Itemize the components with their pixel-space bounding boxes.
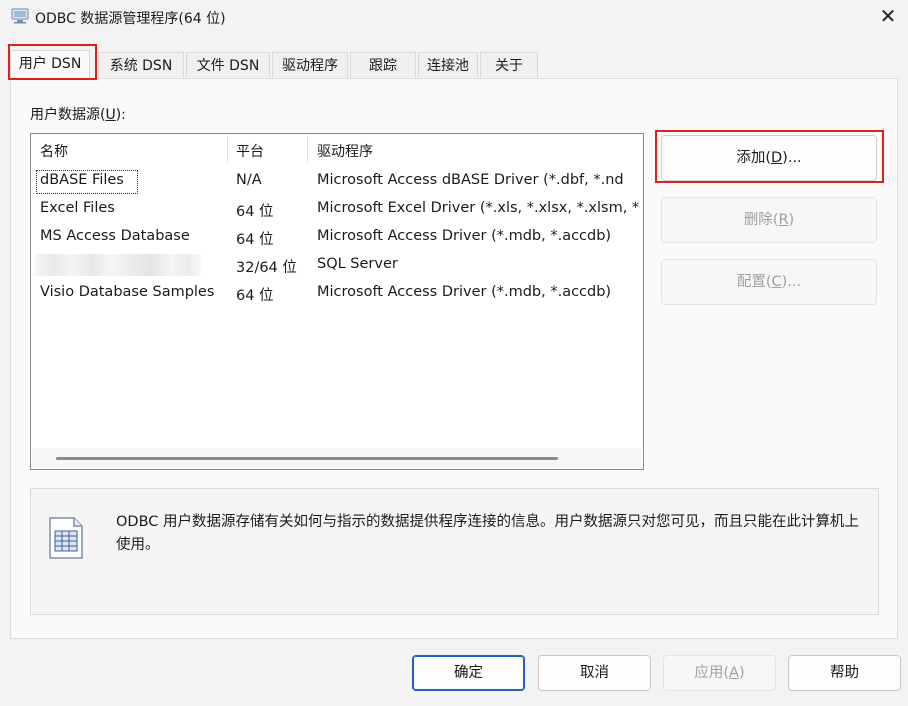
data-source-icon	[49, 517, 83, 559]
configure-button[interactable]: 配置(C)...	[661, 259, 877, 305]
row-driver: Microsoft Access Driver (*.mdb, *.accdb)	[317, 284, 612, 300]
scrollbar-thumb[interactable]	[56, 457, 558, 460]
cancel-button[interactable]: 取消	[538, 655, 651, 691]
row-name: Excel Files	[40, 200, 115, 216]
row-driver: Microsoft Access Driver (*.mdb, *.accdb)	[317, 228, 612, 244]
row-platform: 64 位	[236, 232, 274, 248]
tab-user-dsn[interactable]: 用户 DSN	[10, 50, 90, 80]
help-button[interactable]: 帮助	[788, 655, 901, 691]
tab-about[interactable]: 关于	[480, 52, 538, 78]
table-row[interactable]: Excel Files 64 位 Microsoft Excel Driver …	[35, 197, 639, 223]
column-header-name[interactable]: 名称	[40, 141, 68, 161]
row-name: MS Access Database	[40, 228, 190, 244]
row-driver: SQL Server	[317, 256, 398, 272]
table-row[interactable]: dBASE Files N/A Microsoft Access dBASE D…	[35, 169, 639, 195]
apply-button[interactable]: 应用(A)	[663, 655, 776, 691]
user-data-sources-label: 用户数据源(U):	[30, 107, 126, 123]
column-divider[interactable]	[307, 136, 308, 164]
column-divider[interactable]	[227, 136, 228, 164]
row-driver: Microsoft Excel Driver (*.xls, *.xlsx, *…	[317, 200, 640, 216]
tab-drivers[interactable]: 驱动程序	[272, 52, 348, 78]
table-row[interactable]: MS Access Database 64 位 Microsoft Access…	[35, 225, 639, 251]
table-row[interactable]: 32/64 位 SQL Server	[35, 253, 639, 279]
row-name: dBASE Files	[40, 172, 124, 188]
row-name: Visio Database Samples	[40, 284, 215, 300]
add-button[interactable]: 添加(D)...	[661, 135, 877, 181]
column-header-platform[interactable]: 平台	[236, 141, 264, 161]
row-platform: 64 位	[236, 204, 274, 220]
close-icon[interactable]: ✕	[868, 0, 908, 34]
data-source-list[interactable]: 名称 平台 驱动程序 dBASE Files N/A Microsoft Acc…	[30, 133, 644, 470]
table-row[interactable]: Visio Database Samples 64 位 Microsoft Ac…	[35, 281, 639, 307]
row-driver: Microsoft Access dBASE Driver (*.dbf, *.…	[317, 172, 624, 188]
horizontal-scrollbar[interactable]	[32, 448, 642, 468]
row-platform: 64 位	[236, 288, 274, 304]
ok-button[interactable]: 确定	[412, 655, 525, 691]
info-description: ODBC 用户数据源存储有关如何与指示的数据提供程序连接的信息。用户数据源只对您…	[116, 514, 860, 553]
row-platform: N/A	[236, 172, 262, 188]
row-platform: 32/64 位	[236, 260, 297, 276]
tab-tracing[interactable]: 跟踪	[350, 52, 416, 78]
column-header-driver[interactable]: 驱动程序	[317, 141, 373, 161]
tab-system-dsn[interactable]: 系统 DSN	[98, 52, 184, 78]
odbc-app-icon	[11, 8, 29, 24]
window-title: ODBC 数据源管理程序(64 位)	[35, 11, 226, 27]
title-bar: ODBC 数据源管理程序(64 位) ✕	[0, 0, 908, 34]
tab-file-dsn[interactable]: 文件 DSN	[186, 52, 270, 78]
remove-button[interactable]: 删除(R)	[661, 197, 877, 243]
tab-connection-pooling[interactable]: 连接池	[418, 52, 478, 78]
